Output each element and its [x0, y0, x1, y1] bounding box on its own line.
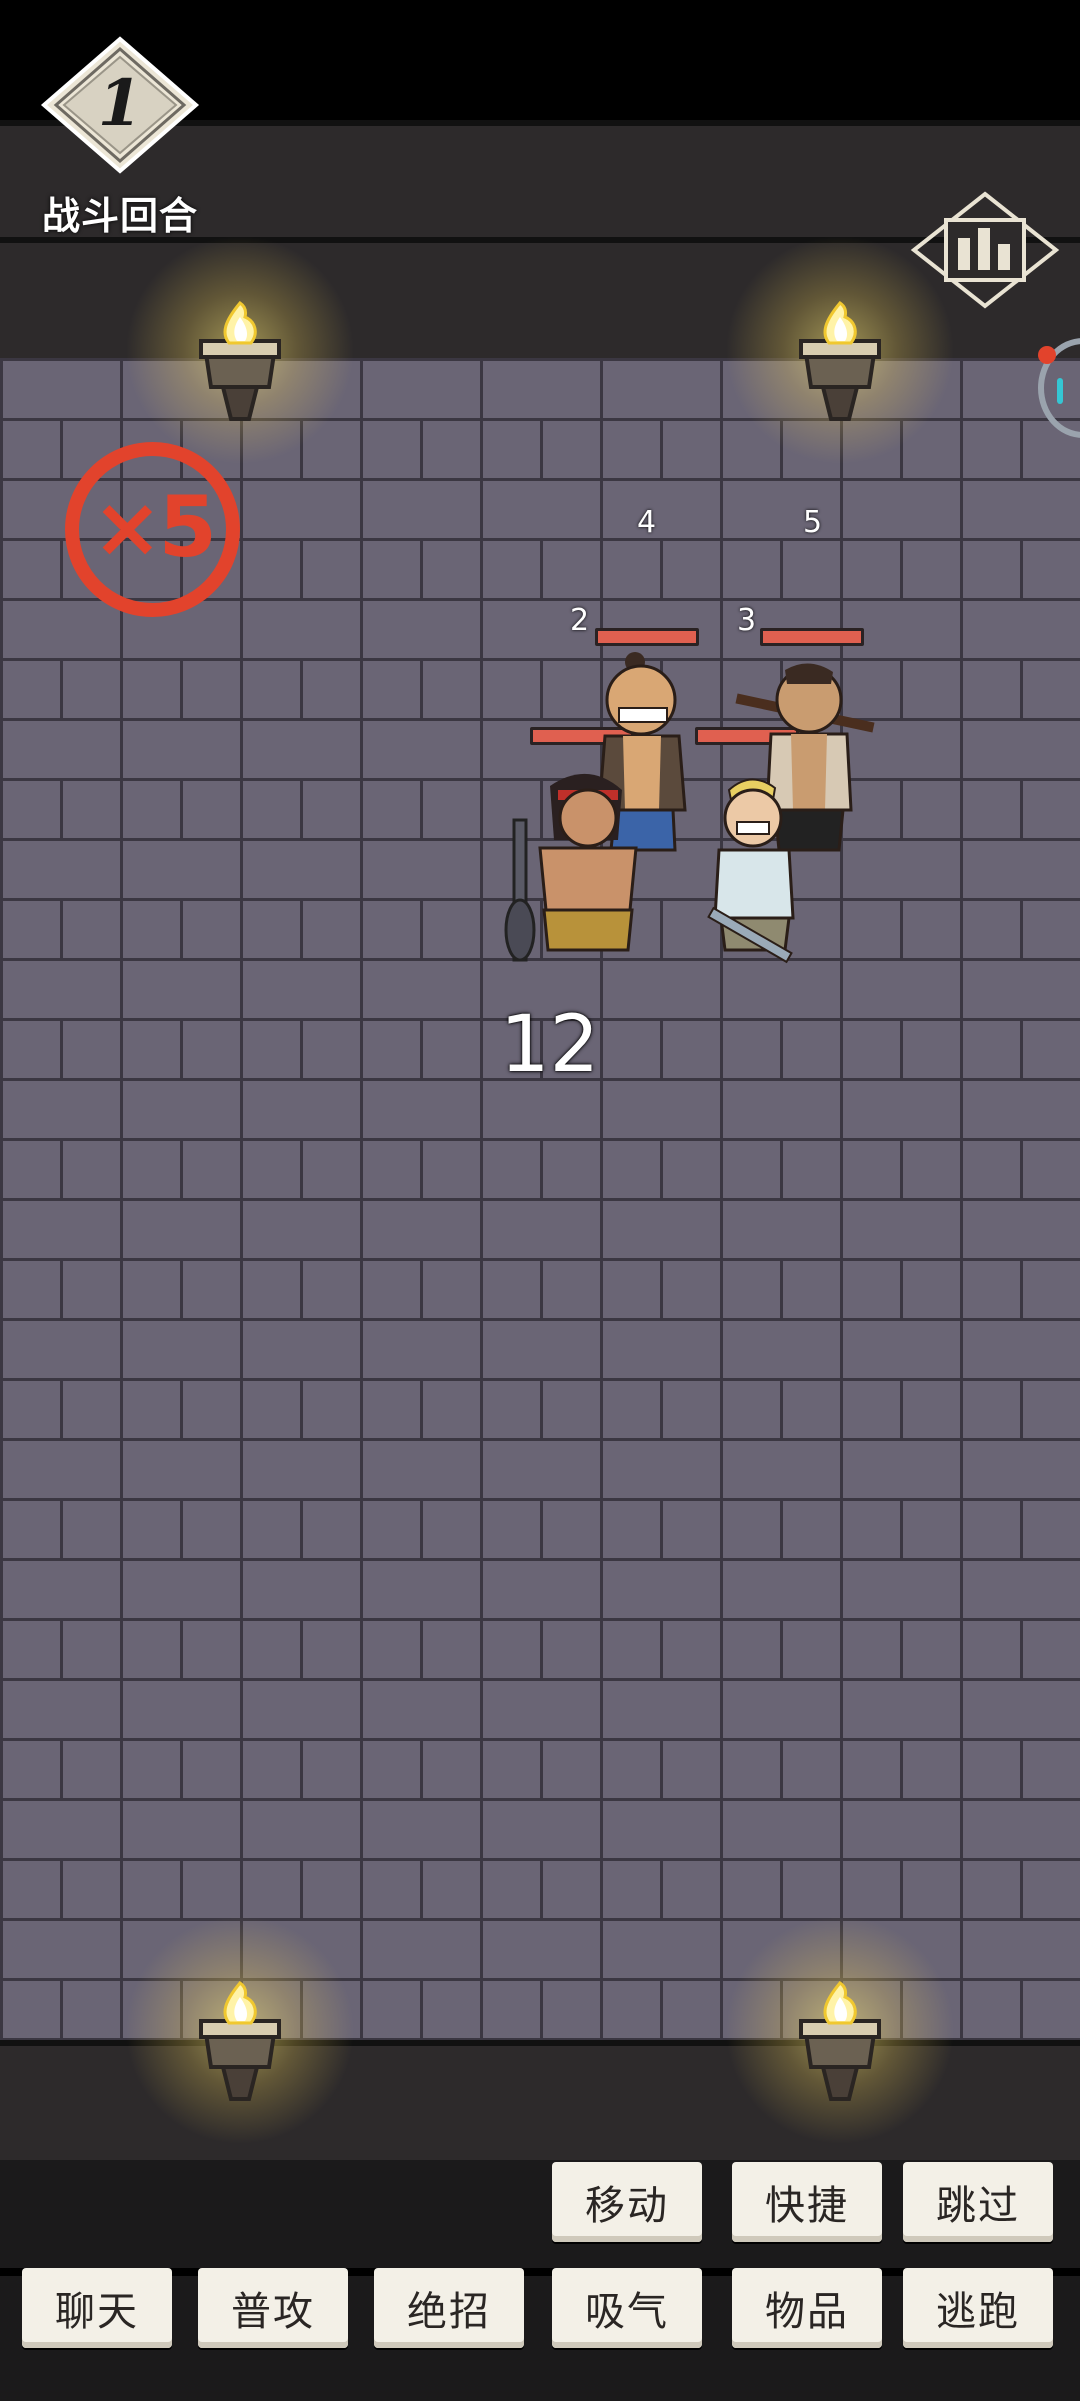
torch-icon [725, 1915, 955, 2145]
breathe-button[interactable]: 吸气 [552, 2268, 702, 2348]
player-club-warrior[interactable] [500, 760, 650, 970]
normal-attack-button[interactable]: 普攻 [198, 2268, 348, 2348]
side-menu-marker [1057, 378, 1063, 404]
torch-icon [725, 235, 955, 465]
enemy-hp-bar [760, 628, 864, 646]
notification-dot [1038, 346, 1056, 364]
grid-position-number: 5 [803, 505, 823, 540]
grid-position-number: 2 [570, 603, 590, 638]
round-number: 1 [98, 66, 143, 141]
player-sword-youth[interactable] [685, 770, 815, 970]
round-badge: 1 [40, 36, 200, 174]
torch-icon [125, 235, 355, 465]
grid-position-number: 3 [737, 603, 757, 638]
round-label: 战斗回合 [41, 194, 198, 238]
torch-icon [125, 1915, 355, 2145]
speed-toggle[interactable]: ×5 [65, 442, 240, 617]
chat-button[interactable]: 聊天 [22, 2268, 172, 2348]
shortcut-button[interactable]: 快捷 [732, 2162, 882, 2242]
ultimate-skill-button[interactable]: 绝招 [374, 2268, 524, 2348]
enemy-hp-bar [595, 628, 699, 646]
skip-button[interactable]: 跳过 [903, 2162, 1053, 2242]
items-button[interactable]: 物品 [732, 2268, 882, 2348]
flee-button[interactable]: 逃跑 [903, 2268, 1053, 2348]
grid-position-number: 4 [637, 505, 657, 540]
move-button[interactable]: 移动 [552, 2162, 702, 2242]
turn-counter: 12 [500, 1000, 600, 1090]
speed-label: ×5 [92, 477, 217, 576]
